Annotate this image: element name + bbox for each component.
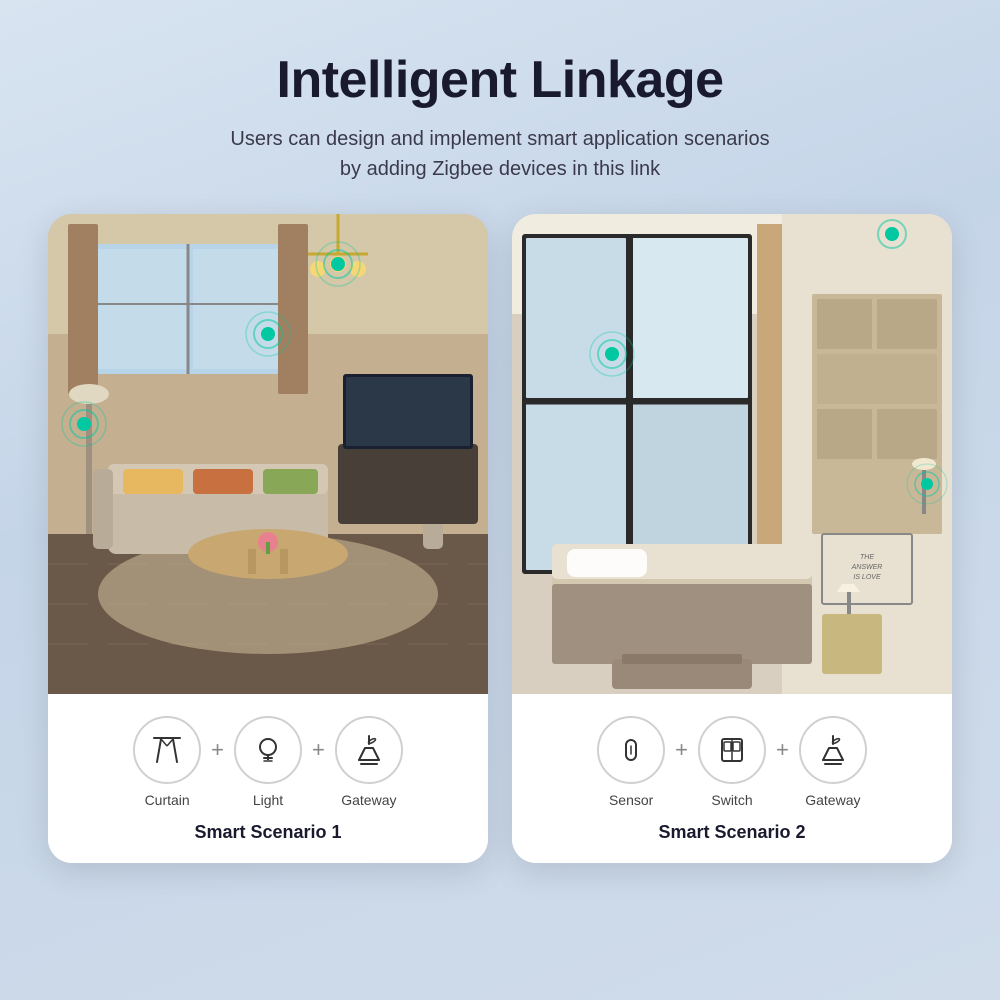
scenario-card-1: Curtain + Light + xyxy=(48,214,488,863)
card-2-footer: Sensor + Switch xyxy=(512,694,952,863)
device-gateway-1: Gateway xyxy=(335,716,403,808)
svg-text:ANSWER: ANSWER xyxy=(851,564,883,571)
card-1-footer: Curtain + Light + xyxy=(48,694,488,863)
gateway-svg-1 xyxy=(351,732,387,768)
svg-text:IS LOVE: IS LOVE xyxy=(853,574,881,581)
svg-text:THE: THE xyxy=(860,554,874,561)
plus-3: + xyxy=(675,737,688,787)
cards-container: Curtain + Light + xyxy=(0,214,1000,863)
sensor-icon-circle xyxy=(597,716,665,784)
card-2-devices-row: Sensor + Switch xyxy=(528,716,936,808)
device-light: Light xyxy=(234,716,302,808)
scenario-1-title: Smart Scenario 1 xyxy=(64,822,472,843)
bedroom-scene: THE ANSWER IS LOVE xyxy=(512,214,952,694)
light-svg xyxy=(250,732,286,768)
page-subtitle: Users can design and implement smart app… xyxy=(230,124,769,184)
gateway-svg-2 xyxy=(815,732,851,768)
plus-4: + xyxy=(776,737,789,787)
curtain-label: Curtain xyxy=(145,792,190,808)
curtain-icon-circle xyxy=(133,716,201,784)
gateway-icon-circle-1 xyxy=(335,716,403,784)
sensor-svg xyxy=(613,732,649,768)
card-1-devices-row: Curtain + Light + xyxy=(64,716,472,808)
device-curtain: Curtain xyxy=(133,716,201,808)
plus-1: + xyxy=(211,737,224,787)
scenario-card-2: THE ANSWER IS LOVE xyxy=(512,214,952,863)
gateway-1-label: Gateway xyxy=(341,792,396,808)
device-gateway-2: Gateway xyxy=(799,716,867,808)
light-label: Light xyxy=(253,792,283,808)
light-icon-circle xyxy=(234,716,302,784)
sensor-label: Sensor xyxy=(609,792,653,808)
scene-image-1 xyxy=(48,214,488,694)
switch-icon-circle xyxy=(698,716,766,784)
page-title: Intelligent Linkage xyxy=(230,50,769,110)
gateway-2-label: Gateway xyxy=(805,792,860,808)
curtain-svg xyxy=(149,732,185,768)
page-header: Intelligent Linkage Users can design and… xyxy=(210,0,789,214)
switch-label: Switch xyxy=(711,792,752,808)
device-switch: Switch xyxy=(698,716,766,808)
gateway-icon-circle-2 xyxy=(799,716,867,784)
switch-svg xyxy=(714,732,750,768)
scene-image-2: THE ANSWER IS LOVE xyxy=(512,214,952,694)
living-room-scene xyxy=(48,214,488,694)
device-sensor: Sensor xyxy=(597,716,665,808)
plus-2: + xyxy=(312,737,325,787)
scenario-2-title: Smart Scenario 2 xyxy=(528,822,936,843)
